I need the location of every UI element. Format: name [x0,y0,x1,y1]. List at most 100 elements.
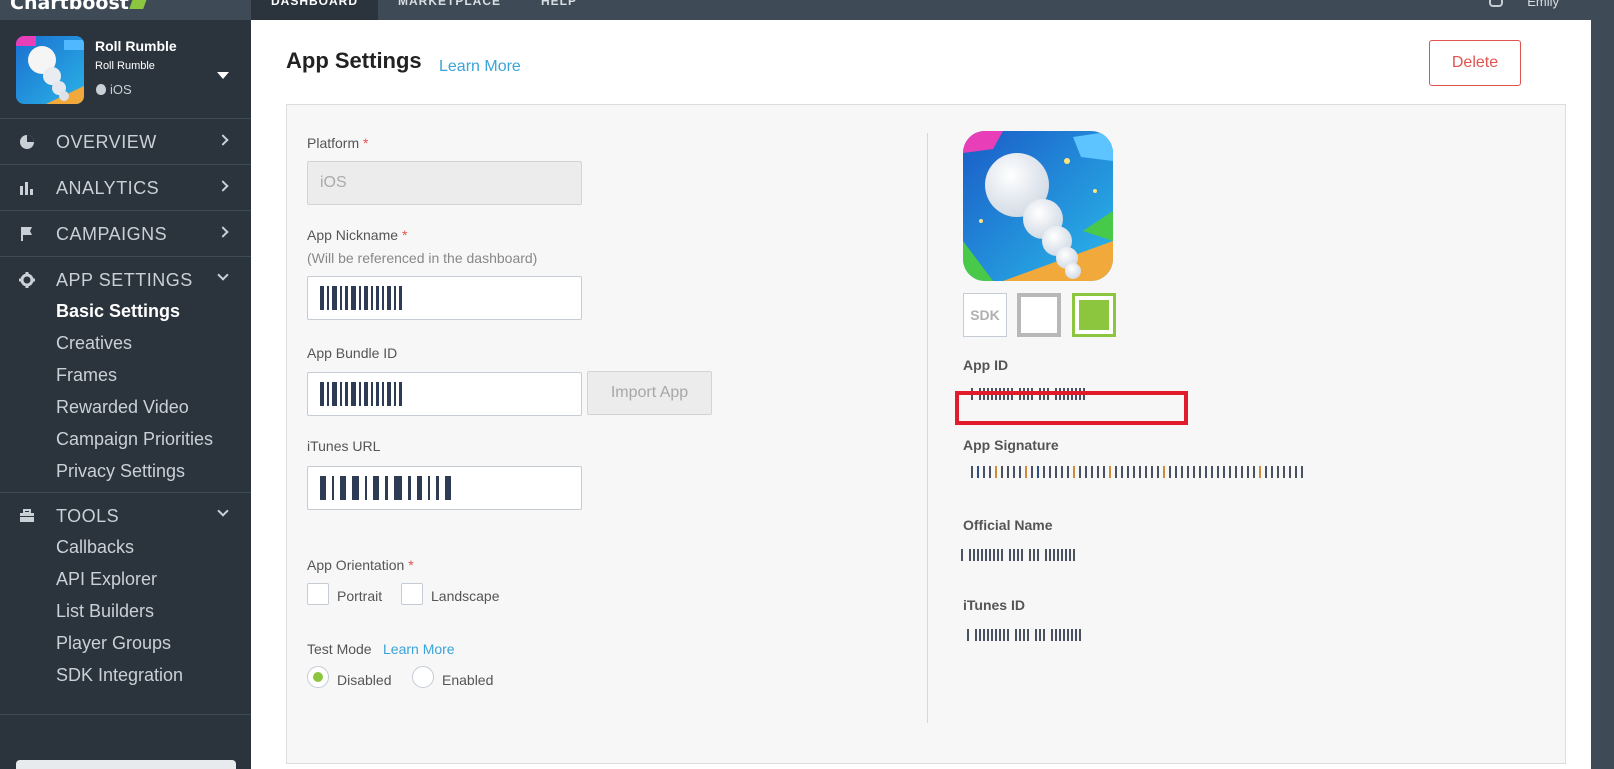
itunes-url-label: iTunes URL [307,438,381,454]
chevron-down-icon [217,269,229,281]
test-mode-enabled-label: Enabled [442,672,494,688]
brand-name: Chartboost [10,0,129,14]
official-name-label: Official Name [963,517,1053,533]
top-right-controls: Emily [1489,0,1559,9]
column-divider [927,133,928,723]
sidebar-item-campaign-priorities[interactable]: Campaign Priorities [56,423,251,455]
app-thumbnail [16,36,84,104]
landscape-label: Landscape [431,588,500,604]
top-bar: Chartboost DASHBOARD MARKETPLACE HELP Em… [0,0,1614,20]
tab-marketplace[interactable]: MARKETPLACE [378,0,521,20]
app-platform-label: iOS [110,82,132,97]
app-platform: iOS [96,82,132,97]
sidebar-item-frames[interactable]: Frames [56,359,251,391]
sidebar-footer-button[interactable] [16,760,236,769]
app-name: Roll Rumble [95,38,177,52]
app-nickname-label: App Nickname * [307,227,407,243]
redacted-value [320,476,451,500]
platform-label: Platform * [307,135,368,151]
nav-app-settings-header[interactable]: APP SETTINGS [0,257,251,303]
nav-label: CAMPAIGNS [56,223,168,244]
itunes-id-value [967,629,1081,641]
chevron-down-icon [217,505,229,517]
delete-button[interactable]: Delete [1429,40,1521,86]
platform-field-value: iOS [320,174,347,191]
app-orientation-label-text: App Orientation [307,557,405,573]
app-nickname-hint: (Will be referenced in the dashboard) [307,250,538,266]
required-marker: * [408,557,414,573]
apple-icon [96,84,106,95]
test-mode-disabled-label: Disabled [337,672,392,688]
page-title: App Settings [286,48,422,73]
toolbox-icon [18,507,36,525]
app-nickname-field[interactable] [307,276,582,320]
app-icon-large [963,131,1113,281]
nav-analytics[interactable]: ANALYTICS [0,164,251,211]
sidebar-item-player-groups[interactable]: Player Groups [56,627,251,659]
status-badge-empty [1017,293,1061,337]
required-marker: * [401,227,408,243]
required-marker: * [363,135,369,151]
bar-chart-icon [18,179,36,197]
landscape-checkbox[interactable] [401,583,423,605]
nav-overview[interactable]: OVERVIEW [0,118,251,165]
sidebar-item-sdk-integration[interactable]: SDK Integration [56,659,251,691]
app-id-label: App ID [963,357,1009,373]
redacted-value [320,286,402,310]
nav-tools: TOOLS Callbacks API Explorer List Builde… [0,492,251,691]
settings-panel: Platform * iOS App Nickname * (Will be r… [286,104,1566,764]
notifications-icon[interactable] [1489,0,1504,7]
portrait-checkbox[interactable] [307,583,329,605]
sidebar-item-list-builders[interactable]: List Builders [56,595,251,627]
app-id-highlight [955,391,1188,425]
caret-down-icon[interactable] [217,72,229,79]
app-bundle-id-label: App Bundle ID [307,345,398,361]
app-subname: Roll Rumble [95,60,155,72]
sidebar-item-api-explorer[interactable]: API Explorer [56,563,251,595]
redacted-value [320,382,402,406]
brand-logo[interactable]: Chartboost [10,0,147,14]
learn-more-link[interactable]: Learn More [439,58,521,76]
sidebar-item-creatives[interactable]: Creatives [56,327,251,359]
brand-mark-icon [129,0,147,9]
import-app-button[interactable]: Import App [587,371,712,415]
chevron-right-icon [217,134,229,146]
app-orientation-label: App Orientation * [307,557,414,573]
test-mode-label: Test Mode [307,641,372,657]
user-menu[interactable]: Emily [1527,0,1559,9]
app-nickname-label-text: App Nickname [307,227,399,243]
sidebar-item-rewarded-video[interactable]: Rewarded Video [56,391,251,423]
itunes-id-label: iTunes ID [963,597,1025,613]
tab-dashboard[interactable]: DASHBOARD [251,0,378,20]
nav-label: ANALYTICS [56,177,160,198]
test-mode-learn-more-link[interactable]: Learn More [383,641,455,657]
platform-label-text: Platform [307,135,360,151]
itunes-url-field[interactable] [307,466,582,510]
app-signature-label: App Signature [963,437,1059,453]
nav-campaigns[interactable]: CAMPAIGNS [0,210,251,257]
sdk-badge: SDK [963,293,1007,337]
chevron-right-icon [217,180,229,192]
chevron-right-icon [217,226,229,238]
status-badge-active [1072,293,1116,337]
app-switcher[interactable]: Roll Rumble Roll Rumble iOS [0,20,251,120]
tab-help[interactable]: HELP [521,0,597,20]
app-bundle-id-field[interactable] [307,372,582,416]
test-mode-disabled-radio[interactable] [307,666,329,688]
sidebar-divider [0,714,251,715]
nav-tools-header[interactable]: TOOLS [0,493,251,539]
gear-icon [18,271,36,289]
nav-label: OVERVIEW [56,131,157,152]
sidebar-item-privacy-settings[interactable]: Privacy Settings [56,455,251,487]
test-mode-enabled-radio[interactable] [412,666,434,688]
flag-icon [18,225,36,243]
nav-app-settings: APP SETTINGS Basic Settings Creatives Fr… [0,256,251,487]
app-signature-value [971,466,1303,478]
main-content: App Settings Learn More Delete Platform … [251,20,1591,769]
nav-label: APP SETTINGS [56,269,193,290]
portrait-label: Portrait [337,588,383,604]
sidebar: Roll Rumble Roll Rumble iOS OVERVIEW ANA… [0,20,251,769]
nav-label: TOOLS [56,505,120,526]
top-nav: DASHBOARD MARKETPLACE HELP [251,0,597,20]
platform-field: iOS [307,161,582,205]
